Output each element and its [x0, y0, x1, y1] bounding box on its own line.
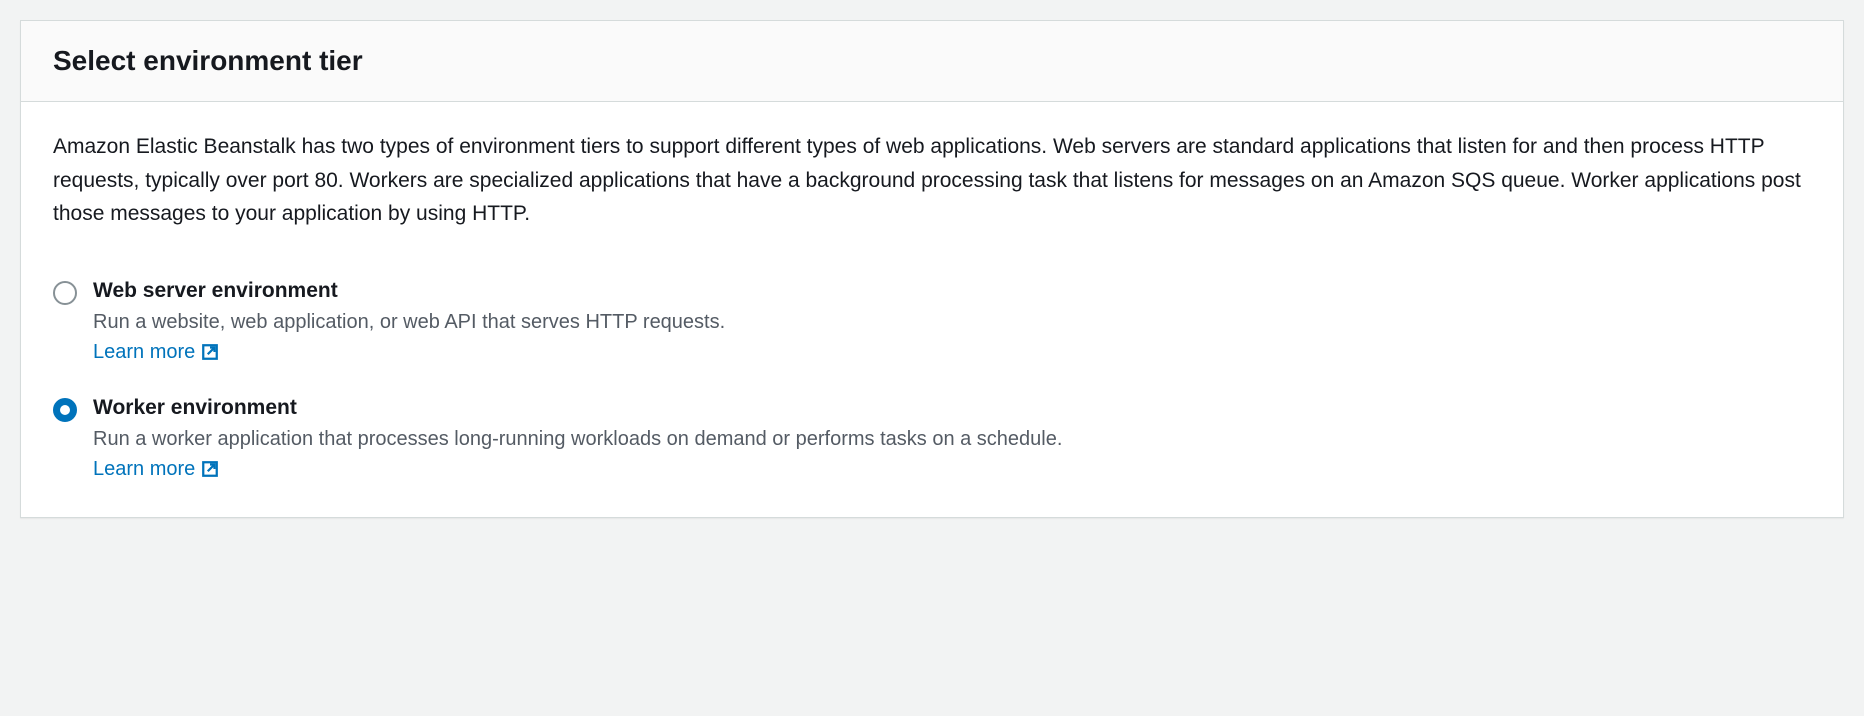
radio-web-server[interactable]: [53, 281, 77, 305]
radio-wrapper: [53, 281, 77, 305]
radio-worker[interactable]: [53, 398, 77, 422]
external-link-icon: [201, 460, 219, 478]
panel-title: Select environment tier: [53, 45, 1811, 77]
panel-header: Select environment tier: [21, 21, 1843, 102]
option-desc-web-server: Run a website, web application, or web A…: [93, 307, 1811, 337]
option-web-server[interactable]: Web server environment Run a website, we…: [53, 279, 1811, 364]
learn-more-text: Learn more: [93, 458, 195, 481]
learn-more-link-web-server[interactable]: Learn more: [93, 341, 219, 364]
radio-wrapper: [53, 398, 77, 422]
external-link-icon: [201, 343, 219, 361]
panel-description: Amazon Elastic Beanstalk has two types o…: [53, 130, 1811, 231]
option-content: Web server environment Run a website, we…: [93, 279, 1811, 364]
option-desc-worker: Run a worker application that processes …: [93, 424, 1811, 454]
environment-tier-panel: Select environment tier Amazon Elastic B…: [20, 20, 1844, 518]
learn-more-text: Learn more: [93, 341, 195, 364]
option-worker[interactable]: Worker environment Run a worker applicat…: [53, 396, 1811, 481]
option-title-web-server: Web server environment: [93, 279, 1811, 303]
panel-body: Amazon Elastic Beanstalk has two types o…: [21, 102, 1843, 517]
learn-more-link-worker[interactable]: Learn more: [93, 458, 219, 481]
option-content: Worker environment Run a worker applicat…: [93, 396, 1811, 481]
option-title-worker: Worker environment: [93, 396, 1811, 420]
